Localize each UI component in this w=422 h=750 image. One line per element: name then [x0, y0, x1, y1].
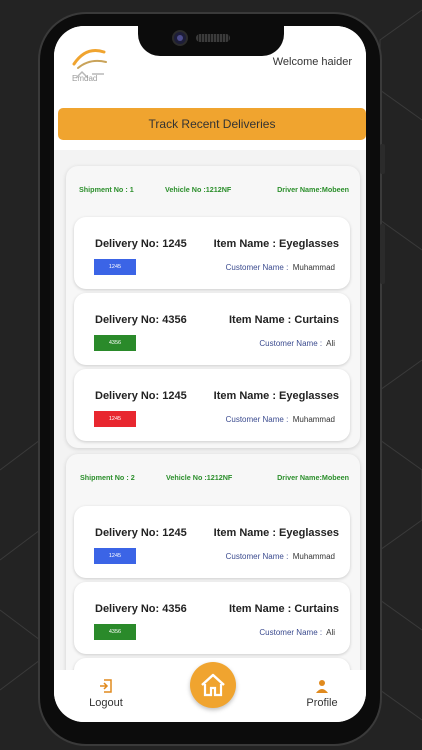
delivery-badge: 1245 — [94, 259, 136, 275]
customer-label: Customer Name : — [259, 628, 323, 637]
track-recent-deliveries-button[interactable]: Track Recent Deliveries — [58, 108, 366, 140]
driver-name: Driver Name:Mobeen — [277, 185, 349, 194]
delivery-card[interactable]: Delivery No: 1245 Item Name : Eyeglasses… — [74, 217, 350, 289]
customer-label: Customer Name : — [225, 415, 289, 424]
customer-label: Customer Name : — [259, 339, 323, 348]
driver-name: Driver Name:Mobeen — [277, 473, 349, 482]
delivery-card[interactable]: Delivery No: 4356 Item Name : Curtains 4… — [74, 293, 350, 365]
logout-icon — [100, 679, 112, 693]
delivery-badge: 4356 — [94, 624, 136, 640]
shipment-card[interactable]: Shipment No : 2 Vehicle No :1212NF Drive… — [66, 454, 360, 670]
customer-name: Customer Name : Muhammad — [226, 263, 335, 272]
camera-icon — [174, 32, 186, 44]
delivery-card[interactable]: Delivery No: 1245 Item Name : Eyeglasses… — [74, 369, 350, 441]
item-name: Item Name : Eyeglasses — [213, 527, 339, 539]
customer-value: Muhammad — [292, 415, 335, 424]
customer-name: Customer Name : Muhammad — [226, 415, 335, 424]
customer-value: Ali — [326, 339, 335, 348]
delivery-card[interactable]: Delivery No: 4356 Item Name : Curtains 4… — [74, 582, 350, 654]
logo-text: Emdad — [72, 74, 98, 83]
delivery-number: Delivery No: 1245 — [95, 527, 187, 539]
app-screen: Emdad Welcome haider Track Recent Delive… — [54, 26, 366, 722]
home-button[interactable] — [190, 662, 236, 708]
delivery-card[interactable]: Delivery No: 1245 Item Name : Eyeglasses… — [74, 506, 350, 578]
welcome-text: Welcome haider — [272, 56, 352, 68]
delivery-badge: 4356 — [94, 335, 136, 351]
item-name: Item Name : Eyeglasses — [213, 238, 339, 250]
customer-name: Customer Name : Muhammad — [226, 552, 335, 561]
logout-label: Logout — [89, 697, 123, 709]
logout-nav-item[interactable]: Logout — [88, 678, 124, 709]
customer-value: Muhammad — [292, 552, 335, 561]
shipment-number: Shipment No : 1 — [79, 185, 134, 194]
customer-name: Customer Name : Ali — [259, 339, 335, 348]
vehicle-number: Vehicle No :1212NF — [165, 185, 232, 194]
delivery-badge: 1245 — [94, 548, 136, 564]
delivery-number: Delivery No: 4356 — [95, 603, 187, 615]
customer-name: Customer Name : Ali — [259, 628, 335, 637]
customer-label: Customer Name : — [225, 263, 289, 272]
customer-value: Ali — [326, 628, 335, 637]
shipment-number: Shipment No : 2 — [80, 473, 135, 482]
item-name: Item Name : Curtains — [228, 603, 339, 615]
shipment-card[interactable]: Shipment No : 1 Vehicle No :1212NF Drive… — [66, 166, 360, 448]
vehicle-number: Vehicle No :1212NF — [166, 473, 233, 482]
item-name: Item Name : Curtains — [228, 314, 339, 326]
speaker-grille — [196, 34, 230, 42]
home-icon — [201, 673, 225, 697]
customer-value: Muhammad — [292, 263, 335, 272]
delivery-number: Delivery No: 1245 — [95, 238, 187, 250]
delivery-number: Delivery No: 1245 — [95, 390, 187, 402]
delivery-badge: 1245 — [94, 411, 136, 427]
customer-label: Customer Name : — [225, 552, 289, 561]
profile-nav-item[interactable]: Profile — [304, 678, 340, 709]
delivery-number: Delivery No: 4356 — [95, 314, 187, 326]
person-icon — [316, 680, 328, 693]
item-name: Item Name : Eyeglasses — [213, 390, 339, 402]
shipment-list: Shipment No : 1 Vehicle No :1212NF Drive… — [54, 150, 366, 670]
profile-label: Profile — [306, 697, 338, 709]
